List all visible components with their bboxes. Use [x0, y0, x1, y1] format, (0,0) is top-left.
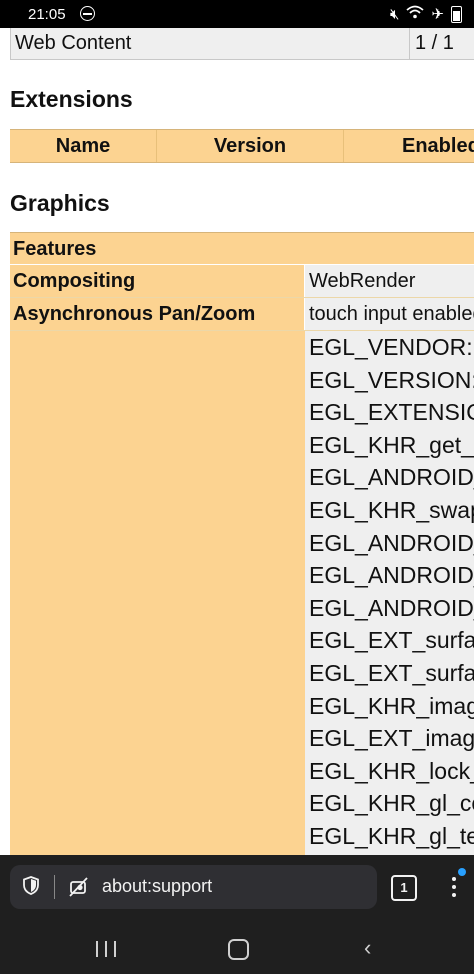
shield-icon[interactable] — [23, 876, 39, 895]
row-label: Compositing — [10, 265, 304, 297]
egl-line: EGL_EXTENSIONS: — [309, 399, 474, 426]
notification-dot — [458, 868, 466, 876]
egl-label-cell — [10, 331, 305, 855]
airplane-icon: ✈︎ — [431, 6, 444, 23]
table-row: Compositing WebRender — [10, 265, 474, 298]
back-icon[interactable]: ‹ — [364, 937, 371, 959]
process-table-row: Web Content 1 / 1 — [10, 28, 474, 60]
egl-value-cell: EGL_VENDOR: Android EGL_VERSION: 1.4 And… — [305, 331, 474, 855]
extensions-table-header: Name Version Enabled — [10, 129, 474, 163]
egl-line: EGL_KHR_lock_surface — [309, 757, 474, 784]
status-time: 21:05 — [28, 6, 66, 23]
system-navigation-bar: ‹ — [0, 920, 474, 974]
page-content[interactable]: Web Content 1 / 1 Extensions Name Versio… — [0, 28, 474, 855]
egl-line: EGL_EXT_surface_SMPTE2086_metadata — [309, 627, 474, 654]
features-header: Features — [10, 232, 474, 264]
egl-line: EGL_ANDROID_get_native_client_buffer — [309, 529, 474, 556]
column-name: Name — [10, 130, 157, 162]
tabs-button[interactable]: 1 — [391, 875, 417, 901]
process-count-value: 1 / 1 — [415, 32, 454, 54]
egl-line: EGL_VERSION: 1.4 Android META-EGL — [309, 366, 474, 393]
do-not-disturb-icon — [80, 6, 95, 21]
column-enabled: Enabled — [402, 135, 474, 157]
mute-icon: 🔇︎ — [389, 5, 400, 23]
wifi-icon — [406, 5, 425, 23]
status-bar: 21:05 🔇︎ ✈︎ — [0, 0, 474, 28]
row-label: Asynchronous Pan/Zoom — [10, 298, 304, 330]
egl-line: EGL_KHR_gl_texture_2D_image — [309, 822, 474, 849]
egl-line: EGL_KHR_image — [309, 692, 474, 719]
status-icons: 🔇︎ ✈︎ — [390, 5, 462, 23]
row-value: touch input enabled — [305, 298, 474, 330]
graphics-heading: Graphics — [10, 190, 110, 216]
tracking-protection-off-icon[interactable] — [67, 876, 89, 898]
egl-line: EGL_EXT_surface_CTA861_3_metadata — [309, 659, 474, 686]
home-icon[interactable] — [228, 939, 249, 960]
egl-line: EGL_ANDROID_presentation_time — [309, 464, 474, 491]
battery-icon — [451, 5, 462, 23]
extensions-heading: Extensions — [10, 86, 133, 112]
column-version: Version — [157, 130, 344, 162]
egl-line: EGL_ANDROID_front_buffer_auto_refresh — [309, 562, 474, 589]
table-row: Asynchronous Pan/Zoom touch input enable… — [10, 298, 474, 331]
egl-line: EGL_VENDOR: Android — [309, 334, 474, 360]
address-bar[interactable]: about:support — [10, 865, 377, 909]
egl-line: EGL_KHR_gl_colorspace — [309, 790, 474, 817]
browser-toolbar: about:support 1 ‹ — [0, 855, 474, 974]
egl-line: EGL_KHR_swap_buffers_with_damage — [309, 496, 474, 523]
row-value: WebRender — [305, 265, 474, 297]
process-type-label: Web Content — [10, 28, 410, 59]
recent-apps-icon[interactable] — [96, 941, 116, 957]
egl-line: EGL_KHR_get_all_proc_addresses — [309, 431, 474, 458]
divider — [54, 875, 55, 899]
egl-line: EGL_EXT_image_gl_colorspace — [309, 725, 474, 752]
url-text[interactable]: about:support — [102, 876, 212, 897]
egl-line: EGL_ANDROID_get_frame_timestamps — [309, 594, 474, 621]
more-menu-icon[interactable] — [446, 873, 462, 901]
